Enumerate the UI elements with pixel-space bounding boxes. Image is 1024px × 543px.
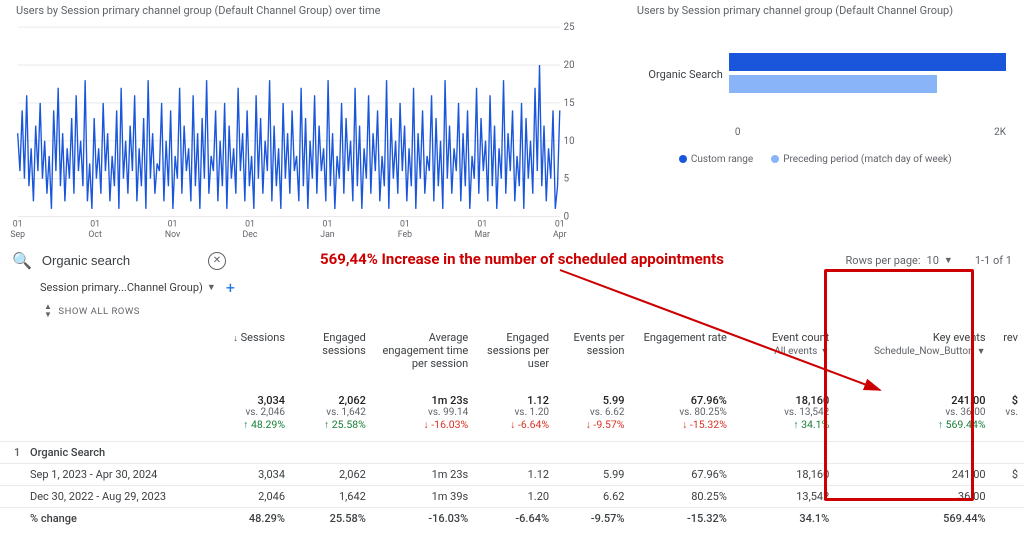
col-evcount[interactable]: Event countAll events▼ [733,327,835,380]
annotation-text: 569,44% Increase in the number of schedu… [320,250,724,268]
svg-text:Sep: Sep [10,230,25,240]
bar-category-label: Organic Search [639,68,729,81]
line-chart-title: Users by Session primary channel group (… [16,4,589,17]
table-row[interactable]: % change48.29%25.58%-16.03%-6.64%-9.57%-… [0,508,1024,530]
bar-chart: Organic Search 0 2K Custom range Precedi… [629,21,1016,245]
bar-chart-title: Users by Session primary channel group (… [637,4,1016,17]
bar-axis-min: 0 [735,127,741,138]
svg-text:Apr: Apr [553,230,567,240]
svg-text:25: 25 [564,22,575,33]
add-dimension-button[interactable]: + [226,278,235,297]
svg-text:01: 01 [168,219,178,229]
svg-text:Feb: Feb [398,230,412,240]
col-engperuser[interactable]: Engaged sessions per user [474,327,555,380]
dimension-chip[interactable]: Session primary...Channel Group)▼ [40,281,216,294]
search-icon: 🔍 [12,251,32,270]
svg-text:Jan: Jan [320,230,334,240]
bar-axis-max: 2K [994,127,1006,138]
legend-custom: Custom range [679,154,753,165]
table-row[interactable]: Dec 30, 2022 - Aug 29, 20232,0461,6421m … [0,486,1024,508]
svg-text:5: 5 [564,173,570,184]
data-table: ↓ Sessions Engaged sessions Average enga… [0,327,1024,529]
svg-text:Nov: Nov [165,230,181,240]
col-sessions[interactable]: ↓ Sessions [216,327,291,380]
col-engrate[interactable]: Engagement rate [631,327,733,380]
svg-text:01: 01 [400,219,410,229]
svg-text:10: 10 [564,136,575,147]
rows-per-page-label: Rows per page: [846,254,921,267]
svg-text:01: 01 [245,219,255,229]
table-row[interactable]: 1Organic Search [0,442,1024,464]
svg-text:01: 01 [13,219,23,229]
svg-text:01: 01 [90,219,100,229]
col-evpersess[interactable]: Events per session [555,327,630,380]
search-input[interactable] [40,252,200,269]
bar-custom-range [729,53,1006,71]
svg-text:01: 01 [323,219,333,229]
svg-text:Dec: Dec [243,230,258,240]
col-keyevents[interactable]: Key eventsSchedule_Now_Button▼ [835,327,991,380]
svg-text:Mar: Mar [475,230,490,240]
svg-text:01: 01 [477,219,487,229]
col-engaged[interactable]: Engaged sessions [291,327,372,380]
svg-text:20: 20 [564,60,575,71]
col-rev[interactable]: rev [992,327,1024,380]
bar-preceding [729,75,937,93]
legend-preceding: Preceding period (match day of week) [771,154,951,165]
table-row[interactable]: Sep 1, 2023 - Apr 30, 20243,0342,0621m 2… [0,464,1024,486]
svg-text:01: 01 [555,219,565,229]
chevron-down-icon: ▼ [207,282,216,293]
chevron-down-icon: ▼ [944,255,953,266]
show-all-rows-button[interactable]: ▲▼ SHOW ALL ROWS [0,299,1024,327]
page-info: 1-1 of 1 [975,254,1012,267]
clear-search-button[interactable]: ✕ [208,252,226,270]
svg-text:Oct: Oct [88,230,101,240]
col-avgtime[interactable]: Average engagement time per session [372,327,474,380]
rows-per-page-select[interactable]: 10▼ [927,254,953,267]
svg-text:15: 15 [564,98,575,109]
line-chart: 051015202501Sep01Oct01Nov01Dec01Jan01Feb… [8,21,589,245]
